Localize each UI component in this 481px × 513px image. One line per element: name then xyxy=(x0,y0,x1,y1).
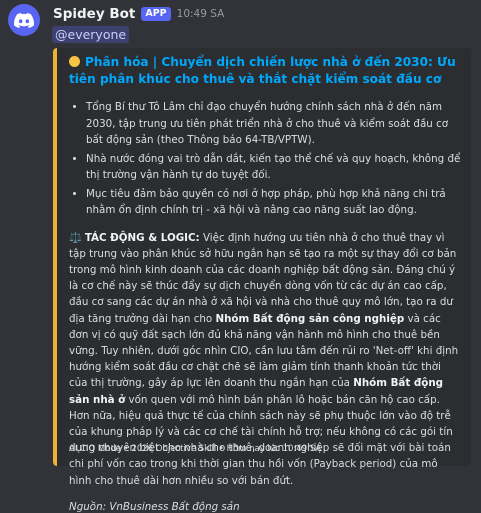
list-item: Mục tiêu đảm bảo quyền có nơi ở hợp pháp… xyxy=(86,186,461,219)
embed-title-text: Phân hóa | Chuyển dịch chiến lược nhà ở … xyxy=(69,55,456,86)
logic-text: Việc định hướng ưu tiên nhà ở cho thuê t… xyxy=(69,231,457,325)
everyone-mention[interactable]: @everyone xyxy=(52,26,130,43)
source-line: Nguồn: VnBusiness Bất động sản xyxy=(69,500,240,513)
author-name[interactable]: Spidey Bot xyxy=(53,6,135,22)
news-embed: Phân hóa | Chuyển dịch chiến lược nhà ở … xyxy=(53,48,471,513)
logic-highlight: Nhóm Bất động sản công nghiệp xyxy=(215,312,405,325)
embed-footer: AI CIO Mode • 2026 Objective Skill • Hôm… xyxy=(69,444,322,454)
discord-bot-icon xyxy=(14,12,34,28)
bot-avatar[interactable] xyxy=(8,4,40,36)
logic-text: vốn quen với mô hình bán phân lô hoặc bá… xyxy=(69,393,453,487)
summary-list: Tổng Bí thư Tô Lâm chỉ đạo chuyển hướng … xyxy=(69,99,461,219)
embed-title[interactable]: Phân hóa | Chuyển dịch chiến lược nhà ở … xyxy=(69,54,461,88)
list-item: Tổng Bí thư Tô Lâm chỉ đạo chuyển hướng … xyxy=(86,99,461,149)
app-badge: APP xyxy=(141,7,171,21)
message-header: Spidey Bot APP 10:49 SA xyxy=(53,4,224,24)
message-timestamp[interactable]: 10:49 SA xyxy=(177,8,225,20)
chat-message: Spidey Bot APP 10:49 SA @everyone Phân h… xyxy=(0,0,481,513)
list-item: Nhà nước đóng vai trò dẫn dắt, kiến tạo … xyxy=(86,151,461,184)
coin-icon xyxy=(69,56,80,67)
scales-icon: ⚖️ xyxy=(69,231,82,244)
logic-heading: TÁC ĐỘNG & LOGIC: xyxy=(84,231,200,244)
